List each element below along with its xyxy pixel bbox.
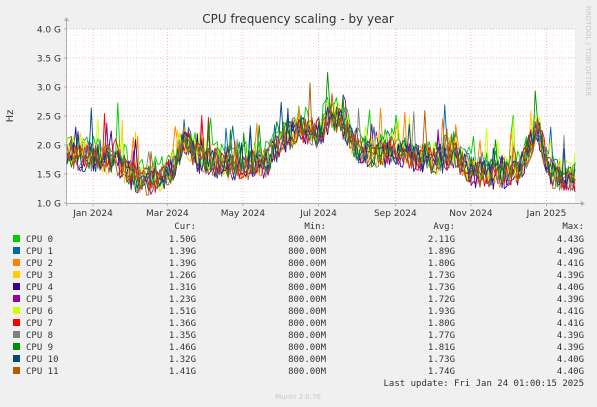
- legend-value-min: 800.00M: [288, 319, 327, 329]
- legend-value-cur: 1.31G: [169, 283, 196, 293]
- legend-swatch: [13, 331, 20, 338]
- legend-value-cur: 1.39G: [169, 259, 196, 269]
- legend-value-avg: 1.73G: [428, 283, 455, 293]
- legend-value-max: 4.39G: [557, 271, 584, 281]
- legend-series-name: CPU 11: [26, 367, 59, 377]
- legend-series-name: CPU 10: [26, 355, 59, 365]
- chart-title: CPU frequency scaling - by year: [202, 12, 394, 26]
- legend-value-avg: 1.89G: [428, 247, 455, 257]
- legend-series-name: CPU 1: [26, 247, 53, 257]
- legend-value-avg: 1.77G: [428, 331, 455, 341]
- x-tick-label: Sep 2024: [374, 209, 417, 219]
- legend-value-avg: 1.74G: [428, 367, 455, 377]
- x-tick-label: May 2024: [221, 209, 266, 219]
- legend-value-min: 800.00M: [288, 271, 327, 281]
- legend-value-max: 4.49G: [557, 247, 584, 257]
- legend-value-cur: 1.36G: [169, 319, 196, 329]
- y-tick-label: 3.5 G: [37, 55, 61, 65]
- x-tick-label: Nov 2024: [449, 209, 493, 219]
- legend-value-min: 800.00M: [288, 331, 327, 341]
- y-tick-label: 2.5 G: [37, 113, 61, 123]
- legend-value-max: 4.43G: [557, 235, 584, 245]
- y-tick-label: 3.0 G: [37, 84, 61, 94]
- legend-value-cur: 1.50G: [169, 235, 196, 245]
- legend-series-name: CPU 5: [26, 295, 53, 305]
- legend-value-max: 4.40G: [557, 355, 584, 365]
- legend-swatch: [13, 235, 20, 242]
- legend-value-cur: 1.32G: [169, 355, 196, 365]
- y-tick-label: 1.5 G: [37, 171, 61, 181]
- legend-swatch: [13, 355, 20, 362]
- legend-value-avg: 1.73G: [428, 355, 455, 365]
- legend-value-min: 800.00M: [288, 235, 327, 245]
- legend-value-min: 800.00M: [288, 307, 327, 317]
- legend-value-max: 4.39G: [557, 343, 584, 353]
- legend-value-min: 800.00M: [288, 355, 327, 365]
- legend-value-max: 4.41G: [557, 319, 584, 329]
- legend-swatch: [13, 343, 20, 350]
- legend-value-cur: 1.39G: [169, 247, 196, 257]
- legend-header-max: Max:: [562, 222, 584, 232]
- legend-series-name: CPU 6: [26, 307, 53, 317]
- legend-series-name: CPU 3: [26, 271, 53, 281]
- legend-series-name: CPU 7: [26, 319, 53, 329]
- legend-value-cur: 1.51G: [169, 307, 196, 317]
- legend-value-avg: 1.93G: [428, 307, 455, 317]
- legend-header-cur: Cur:: [174, 222, 196, 232]
- legend-value-min: 800.00M: [288, 343, 327, 353]
- watermark: RRDTOOL / TOBI OETIKER: [584, 6, 592, 96]
- legend-value-max: 4.41G: [557, 259, 584, 269]
- legend-series-name: CPU 9: [26, 343, 53, 353]
- legend-value-avg: 1.81G: [428, 343, 455, 353]
- legend-swatch: [13, 283, 20, 290]
- legend-value-min: 800.00M: [288, 259, 327, 269]
- legend-value-avg: 2.11G: [428, 235, 455, 245]
- legend-value-cur: 1.35G: [169, 331, 196, 341]
- x-tick-label: Jan 2024: [72, 209, 113, 219]
- legend-value-max: 4.39G: [557, 295, 584, 305]
- x-tick-label: Jan 2025: [526, 209, 567, 219]
- legend-value-avg: 1.80G: [428, 259, 455, 269]
- legend-series-name: CPU 8: [26, 331, 53, 341]
- y-tick-label: 1.0 G: [37, 200, 61, 210]
- legend-value-max: 4.40G: [557, 283, 584, 293]
- legend-value-min: 800.00M: [288, 295, 327, 305]
- footer-version: Munin 2.0.76: [275, 393, 321, 401]
- legend-value-min: 800.00M: [288, 367, 327, 377]
- legend-value-cur: 1.41G: [169, 367, 196, 377]
- y-tick-label: 2.0 G: [37, 142, 61, 152]
- legend-header-avg: Avg:: [433, 222, 455, 232]
- last-update: Last update: Fri Jan 24 01:00:15 2025: [384, 379, 584, 389]
- legend-header-min: Min:: [304, 222, 326, 232]
- legend-swatch: [13, 307, 20, 314]
- legend-series-name: CPU 0: [26, 235, 53, 245]
- legend-value-min: 800.00M: [288, 247, 327, 257]
- legend-value-avg: 1.80G: [428, 319, 455, 329]
- y-axis-label: Hz: [5, 110, 16, 123]
- legend-value-cur: 1.23G: [169, 295, 196, 305]
- y-tick-label: 4.0 G: [37, 26, 61, 36]
- legend-series-name: CPU 2: [26, 259, 53, 269]
- legend-swatch: [13, 295, 20, 302]
- legend-value-avg: 1.72G: [428, 295, 455, 305]
- legend-value-max: 4.41G: [557, 307, 584, 317]
- legend-value-cur: 1.26G: [169, 271, 196, 281]
- legend-value-min: 800.00M: [288, 283, 327, 293]
- cpu-frequency-chart: CPU frequency scaling - by year RRDTOOL …: [0, 0, 597, 407]
- legend-value-max: 4.40G: [557, 367, 584, 377]
- legend-series-name: CPU 4: [26, 283, 53, 293]
- x-tick-label: Mar 2024: [146, 209, 189, 219]
- legend-value-avg: 1.73G: [428, 271, 455, 281]
- legend-swatch: [13, 259, 20, 266]
- legend-swatch: [13, 319, 20, 326]
- legend-swatch: [13, 247, 20, 254]
- legend-value-max: 4.39G: [557, 331, 584, 341]
- legend-swatch: [13, 367, 20, 374]
- legend-swatch: [13, 271, 20, 278]
- x-tick-label: Jul 2024: [299, 209, 337, 219]
- legend-value-cur: 1.46G: [169, 343, 196, 353]
